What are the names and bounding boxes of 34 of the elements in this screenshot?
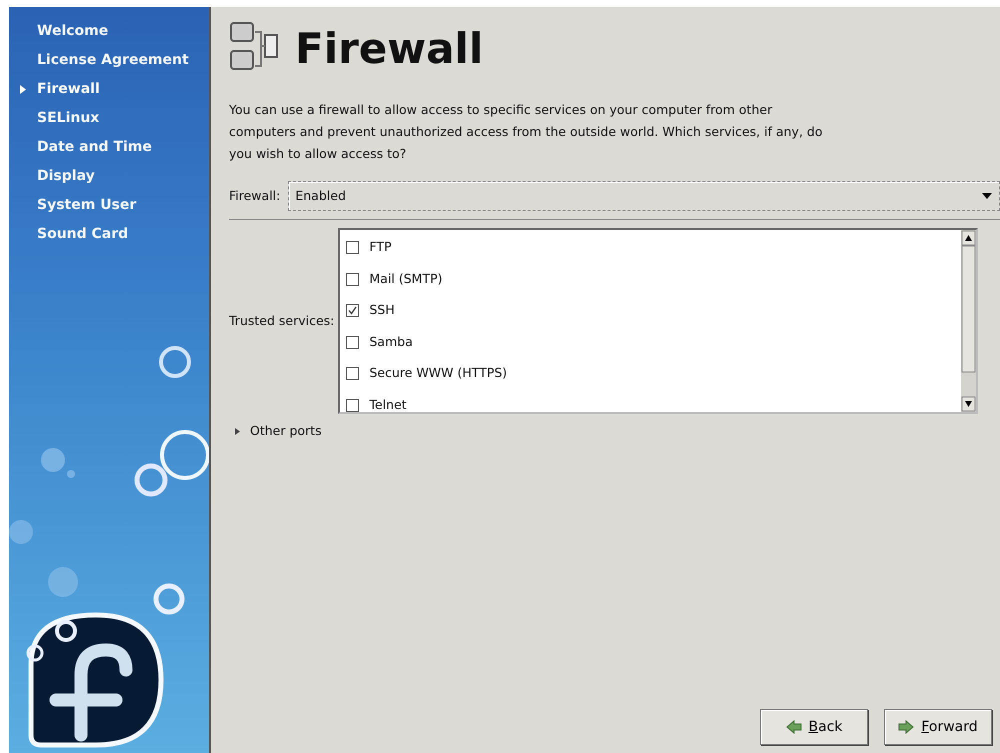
right-arrow-icon [898, 719, 914, 735]
dropdown-arrow-icon [981, 192, 993, 200]
sidebar-item[interactable]: Display [9, 162, 209, 191]
scrollbar[interactable] [961, 230, 976, 412]
checkbox[interactable] [346, 367, 360, 380]
back-button[interactable]: Back [760, 709, 868, 745]
sidebar-item[interactable]: SELinux [9, 104, 209, 133]
checkbox[interactable] [346, 241, 360, 254]
forward-button[interactable]: Forward [884, 709, 992, 745]
page-title: Firewall [295, 28, 484, 70]
expander-icon [233, 426, 242, 436]
other-ports-expander[interactable]: Other ports [233, 422, 322, 441]
checkbox[interactable] [346, 304, 360, 318]
service-option[interactable]: Samba [346, 326, 956, 358]
service-option[interactable]: Mail (SMTP) [346, 264, 956, 295]
service-option[interactable]: FTP [346, 232, 956, 264]
sidebar-item[interactable]: Sound Card [9, 220, 209, 249]
sidebar-item[interactable]: System User [9, 191, 209, 220]
service-option[interactable]: Telnet [346, 390, 956, 412]
sidebar-item[interactable]: Welcome [9, 17, 209, 46]
sidebar-item[interactable]: Firewall [9, 75, 209, 104]
service-option[interactable]: SSH [346, 295, 956, 326]
checkbox[interactable] [346, 272, 360, 286]
service-option[interactable]: Secure WWW (HTTPS) [346, 358, 956, 390]
trusted-services-label: Trusted services: [229, 312, 334, 330]
description-text: You can use a firewall to allow access to specific services on your computer from other computers and prevent unauthorized access from the outside world. Which services, if any, do you wish to allow access to? [229, 101, 824, 163]
current-step-icon [20, 85, 26, 94]
checkbox[interactable] [346, 398, 360, 412]
firewall-label: Firewall: [229, 186, 280, 205]
sidebar-item[interactable]: Date and Time [9, 133, 209, 162]
left-arrow-icon [786, 719, 802, 735]
firewall-dropdown[interactable]: Enabled [288, 181, 1000, 211]
checkbox[interactable] [346, 336, 360, 349]
sidebar-item[interactable]: License Agreement [9, 46, 209, 75]
